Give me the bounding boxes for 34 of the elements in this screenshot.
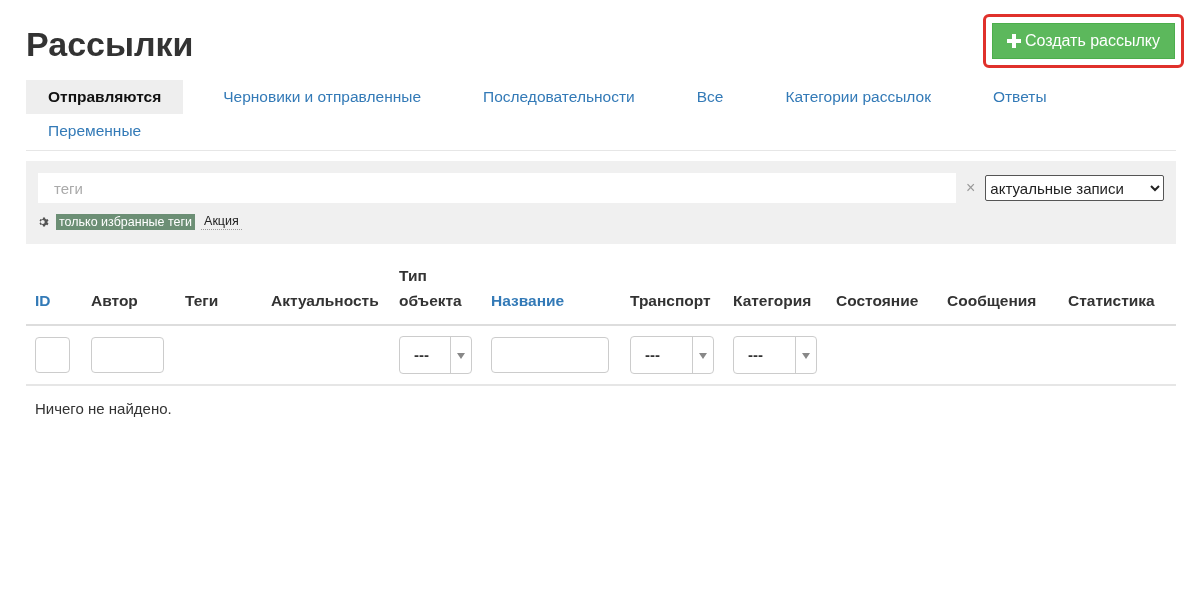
column-header: Теги: [176, 264, 262, 325]
column-header: Категория: [724, 264, 827, 325]
tab[interactable]: Ответы: [970, 80, 1069, 114]
tab[interactable]: Переменные: [26, 114, 164, 148]
tag-filter[interactable]: только избранные теги: [56, 213, 196, 230]
column-header[interactable]: Название: [482, 264, 621, 325]
filter-select[interactable]: ---: [630, 335, 714, 374]
page-title: Рассылки: [26, 24, 194, 64]
tab[interactable]: Отправляются: [26, 80, 184, 114]
filter-field[interactable]: [91, 336, 164, 373]
tab[interactable]: Все: [674, 80, 746, 114]
period-select[interactable]: актуальные записи: [985, 175, 1164, 201]
empty-message: Ничего не найдено.: [35, 399, 173, 417]
settings-icon[interactable]: [38, 215, 50, 228]
tab[interactable]: Категории рассылок: [763, 80, 953, 114]
plus-icon: [1006, 34, 1021, 48]
filter-select[interactable]: ---: [399, 335, 472, 374]
column-header: Тип объекта: [390, 264, 482, 325]
column-header: Состояние: [827, 264, 938, 325]
tag-filter[interactable]: Акция: [201, 213, 242, 230]
column-header: Актуальность: [262, 264, 390, 325]
column-header: Автор: [82, 264, 176, 325]
tab[interactable]: Последовательности: [461, 80, 657, 114]
tab[interactable]: Черновики и отправленные: [201, 80, 443, 114]
column-header: Транспорт: [621, 264, 724, 325]
column-header: Статистика: [1059, 264, 1176, 325]
create-mailing-button[interactable]: Создать рассылку: [991, 23, 1175, 59]
column-header: Сообщения: [938, 264, 1059, 325]
filter-field[interactable]: [35, 336, 70, 373]
filter-select[interactable]: ---: [733, 335, 817, 374]
tags-field[interactable]: теги: [38, 173, 956, 203]
column-header[interactable]: ID: [26, 264, 82, 325]
filter-field[interactable]: [491, 336, 609, 373]
clear-button[interactable]: ×: [966, 179, 976, 197]
